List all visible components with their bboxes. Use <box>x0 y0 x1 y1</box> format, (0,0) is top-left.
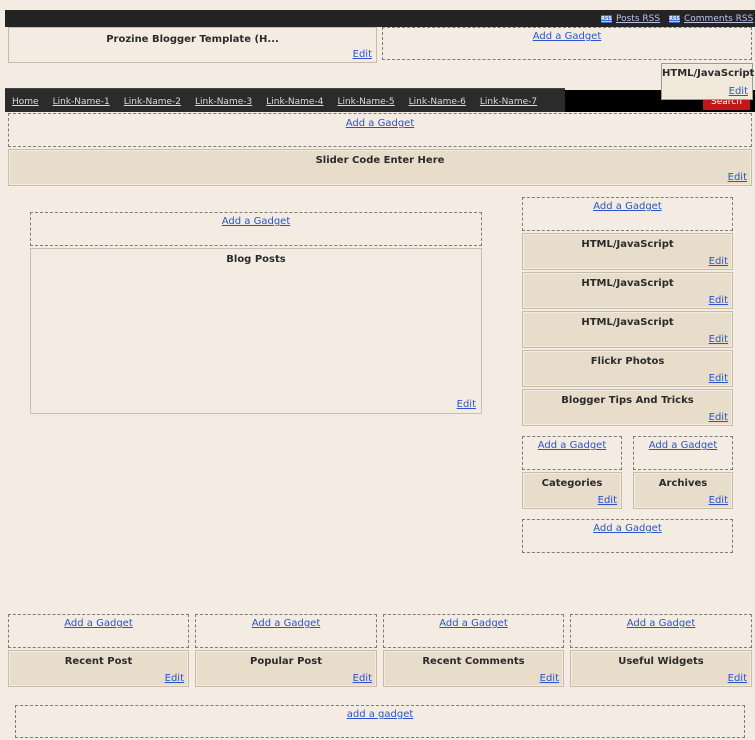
nav-bar: Home Link-Name-1 Link-Name-2 Link-Name-3… <box>5 88 565 112</box>
nav-item-link-6[interactable]: Link-Name-6 <box>409 97 466 107</box>
nav-item-link-4[interactable]: Link-Name-4 <box>266 97 323 107</box>
sidebar-widget-html-1: HTML/JavaScript Edit <box>522 233 733 270</box>
header-title: Prozine Blogger Template (H... <box>106 34 279 45</box>
header-add-gadget-area: Add a Gadget <box>382 27 752 60</box>
archives-edit-link[interactable]: Edit <box>709 495 728 506</box>
footer-widget-title: Useful Widgets <box>618 656 704 667</box>
footer-add-gadget-link[interactable]: Add a Gadget <box>9 618 188 629</box>
nav-item-link-3[interactable]: Link-Name-3 <box>195 97 252 107</box>
blog-posts-title: Blog Posts <box>226 254 286 265</box>
footer-widget-edit-link[interactable]: Edit <box>165 673 184 684</box>
slider-edit-link[interactable]: Edit <box>728 172 747 183</box>
nav-item-link-7[interactable]: Link-Name-7 <box>480 97 537 107</box>
header-edit-link[interactable]: Edit <box>353 49 372 60</box>
recent-comments-widget: Recent Comments Edit <box>383 650 564 687</box>
sidebar-left-add-gadget-link[interactable]: Add a Gadget <box>523 440 621 451</box>
footer-bottom-add-gadget-area: add a gadget <box>15 705 745 738</box>
footer-add-gadget-link[interactable]: Add a Gadget <box>571 618 751 629</box>
sidebar-widget-blogger-tips: Blogger Tips And Tricks Edit <box>522 389 733 426</box>
header-title-widget: Prozine Blogger Template (H... Edit <box>8 27 377 63</box>
posts-rss-label[interactable]: Posts RSS <box>616 14 660 24</box>
sidebar-bottom-add-gadget-area: Add a Gadget <box>522 519 733 553</box>
slider-add-gadget-link[interactable]: Add a Gadget <box>9 118 751 129</box>
footer-add-gadget-link[interactable]: Add a Gadget <box>384 618 563 629</box>
nav-item-link-1[interactable]: Link-Name-1 <box>53 97 110 107</box>
footer-widget-title: Recent Post <box>64 656 133 667</box>
footer-bottom-add-gadget-link[interactable]: add a gadget <box>16 709 744 720</box>
floating-html-widget: HTML/JavaScript Edit <box>661 63 755 100</box>
slider-title: Slider Code Enter Here <box>315 155 445 166</box>
blog-posts-edit-link[interactable]: Edit <box>457 399 476 410</box>
footer-widget-title: Recent Comments <box>422 656 525 667</box>
popular-post-widget: Popular Post Edit <box>195 650 377 687</box>
sidebar-widget-title: HTML/JavaScript <box>581 317 674 328</box>
sidebar-widget-title: HTML/JavaScript <box>581 278 674 289</box>
categories-title: Categories <box>541 478 603 489</box>
header-add-gadget-link[interactable]: Add a Gadget <box>383 31 751 42</box>
main-add-gadget-link[interactable]: Add a Gadget <box>31 216 481 227</box>
sidebar-widget-title: Flickr Photos <box>590 356 665 367</box>
blog-posts-widget: Blog Posts Edit <box>30 248 482 414</box>
comments-rss-label[interactable]: Comments RSS <box>684 14 753 24</box>
footer-add-gadget-area: Add a Gadget <box>195 614 377 648</box>
sidebar-bottom-add-gadget-link[interactable]: Add a Gadget <box>523 523 732 534</box>
sidebar-widget-edit-link[interactable]: Edit <box>709 295 728 306</box>
sidebar-add-gadget-area: Add a Gadget <box>522 197 733 231</box>
sidebar-widget-edit-link[interactable]: Edit <box>709 373 728 384</box>
sidebar-widget-html-2: HTML/JavaScript Edit <box>522 272 733 309</box>
sidebar-widget-html-3: HTML/JavaScript Edit <box>522 311 733 348</box>
footer-add-gadget-area: Add a Gadget <box>8 614 189 648</box>
sidebar-widget-flickr: Flickr Photos Edit <box>522 350 733 387</box>
categories-widget: Categories Edit <box>522 472 622 509</box>
main-add-gadget-area: Add a Gadget <box>30 212 482 246</box>
sidebar-widget-title: Blogger Tips And Tricks <box>561 395 694 406</box>
footer-widget-edit-link[interactable]: Edit <box>728 673 747 684</box>
recent-post-widget: Recent Post Edit <box>8 650 189 687</box>
sidebar-widget-edit-link[interactable]: Edit <box>709 334 728 345</box>
slider-add-gadget-area: Add a Gadget <box>8 113 752 147</box>
footer-widget-edit-link[interactable]: Edit <box>540 673 559 684</box>
footer-add-gadget-area: Add a Gadget <box>570 614 752 648</box>
posts-rss-link[interactable]: RSS Posts RSS <box>601 14 660 24</box>
footer-add-gadget-link[interactable]: Add a Gadget <box>196 618 376 629</box>
archives-title: Archives <box>658 478 708 489</box>
sidebar-right-add-gadget-link[interactable]: Add a Gadget <box>634 440 732 451</box>
sidebar-widget-title: HTML/JavaScript <box>581 239 674 250</box>
footer-add-gadget-area: Add a Gadget <box>383 614 564 648</box>
floating-widget-title: HTML/JavaScript <box>662 68 755 79</box>
sidebar-widget-edit-link[interactable]: Edit <box>709 412 728 423</box>
sidebar-add-gadget-link[interactable]: Add a Gadget <box>523 201 732 212</box>
floating-widget-edit-link[interactable]: Edit <box>729 86 748 97</box>
nav-item-home[interactable]: Home <box>12 97 39 107</box>
rss-icon: RSS <box>601 15 612 23</box>
categories-edit-link[interactable]: Edit <box>598 495 617 506</box>
nav-menu: Home Link-Name-1 Link-Name-2 Link-Name-3… <box>12 97 551 107</box>
useful-widgets-widget: Useful Widgets Edit <box>570 650 752 687</box>
footer-widget-title: Popular Post <box>250 656 322 667</box>
sidebar-left-add-gadget-area: Add a Gadget <box>522 436 622 470</box>
sidebar-widget-edit-link[interactable]: Edit <box>709 256 728 267</box>
sidebar-right-add-gadget-area: Add a Gadget <box>633 436 733 470</box>
archives-widget: Archives Edit <box>633 472 733 509</box>
rss-icon: RSS <box>669 15 680 23</box>
nav-item-link-5[interactable]: Link-Name-5 <box>337 97 394 107</box>
nav-item-link-2[interactable]: Link-Name-2 <box>124 97 181 107</box>
top-bar: RSS Posts RSS RSS Comments RSS <box>5 10 755 27</box>
footer-widget-edit-link[interactable]: Edit <box>353 673 372 684</box>
slider-widget: Slider Code Enter Here Edit <box>8 149 752 186</box>
comments-rss-link[interactable]: RSS Comments RSS <box>669 14 753 24</box>
